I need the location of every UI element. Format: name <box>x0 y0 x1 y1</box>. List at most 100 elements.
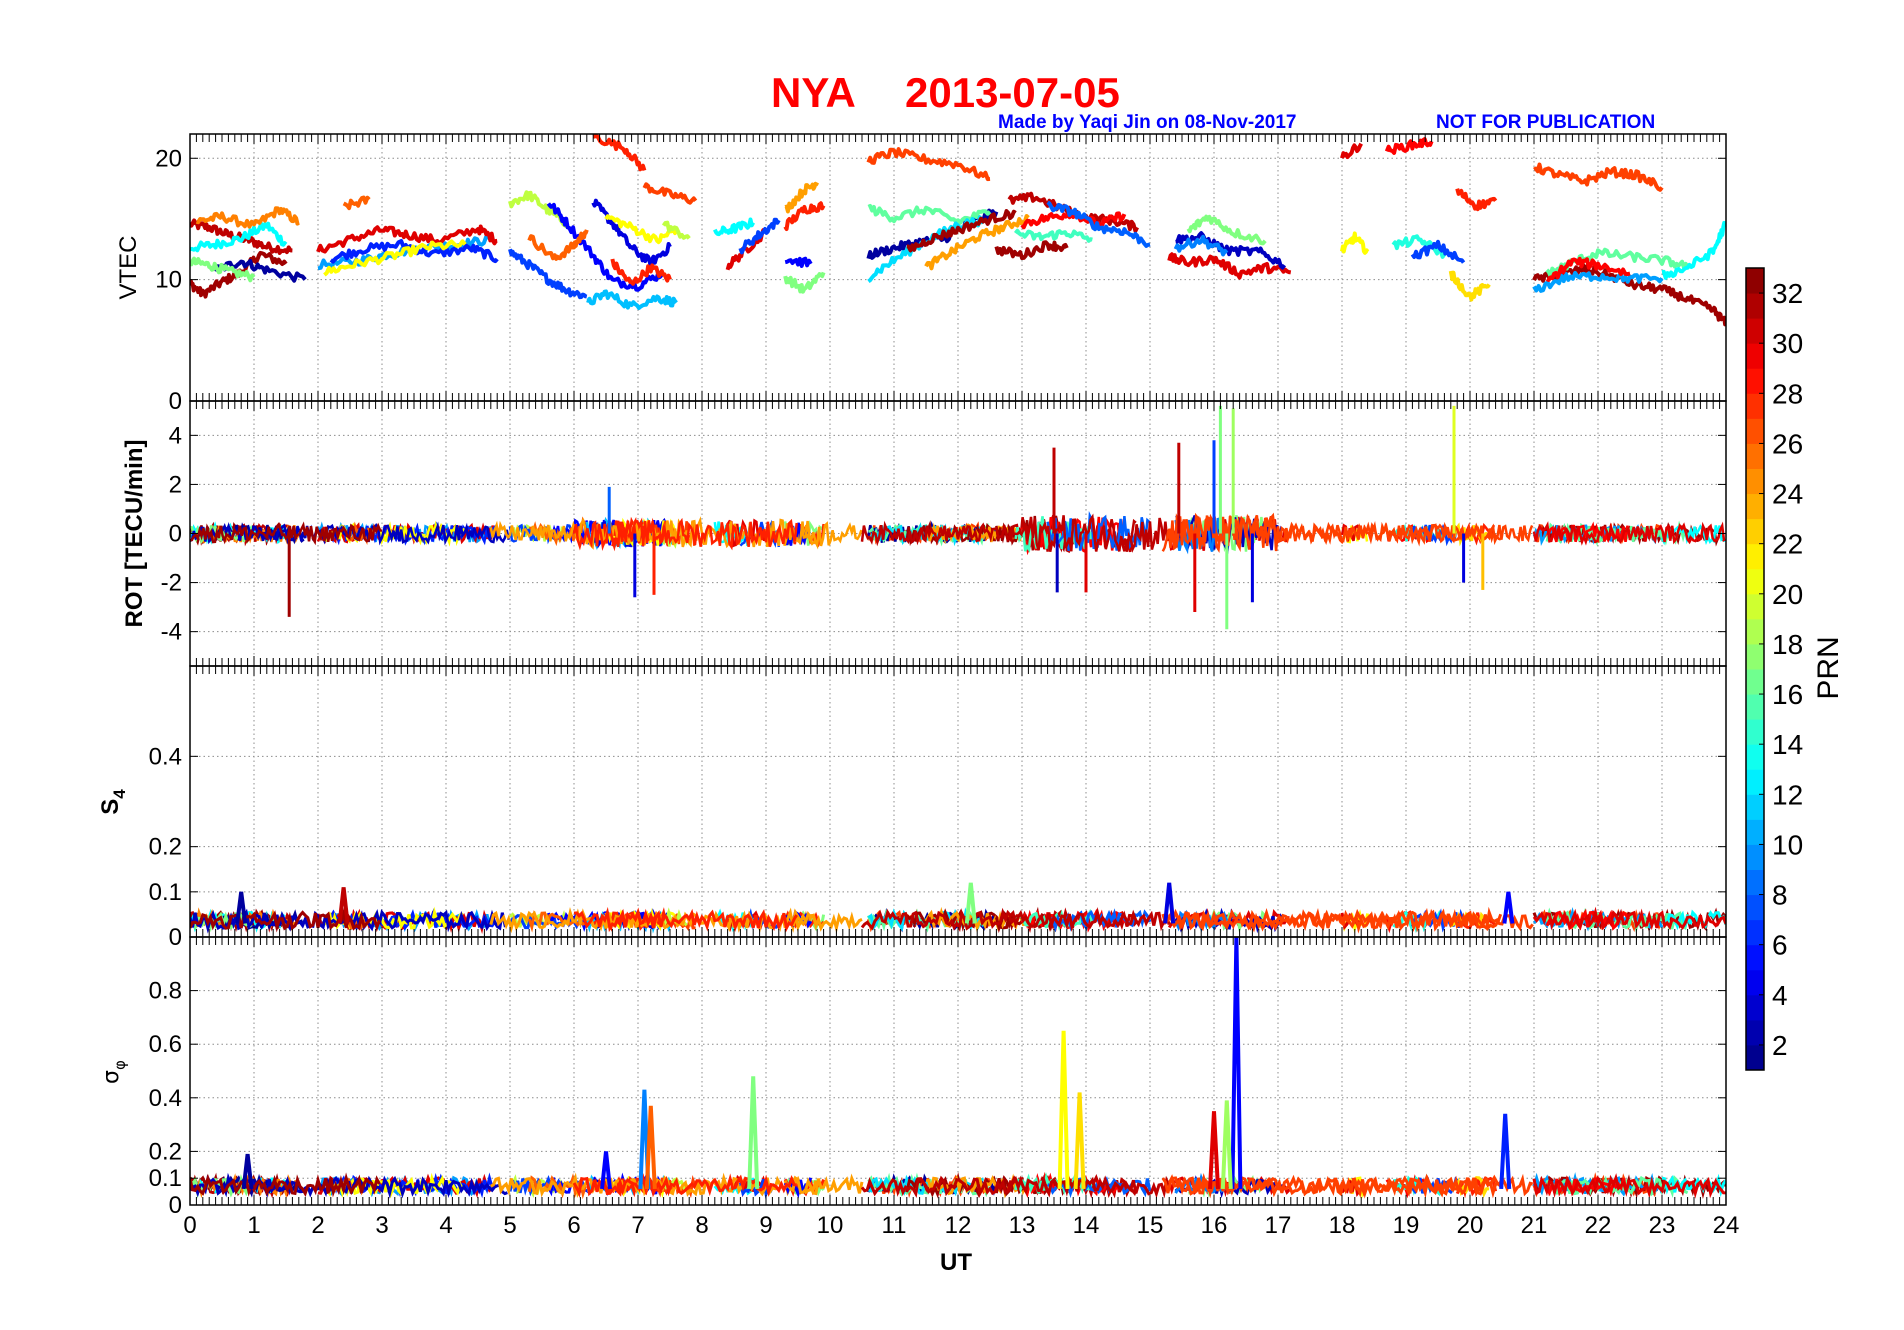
peak <box>644 1105 657 1190</box>
notice-text: NOT FOR PUBLICATION <box>1436 112 1655 133</box>
colorbar-swatch <box>1746 318 1764 344</box>
vtec-trace-prn-27 <box>1533 162 1664 192</box>
colorbar-tick-label: 4 <box>1772 980 1788 1011</box>
peak <box>1230 937 1243 1189</box>
x-tick-label: 16 <box>1201 1212 1228 1239</box>
vtec-trace-prn-22 <box>1448 270 1491 302</box>
colorbar-swatch <box>1746 919 1764 946</box>
x-tick-label: 2 <box>311 1212 324 1239</box>
colorbar-tick-label: 26 <box>1772 428 1803 459</box>
peak <box>1057 1030 1070 1189</box>
colorbar-tick-label: 10 <box>1772 829 1803 860</box>
x-tick-label: 9 <box>759 1212 772 1239</box>
x-tick-label: 8 <box>695 1212 708 1239</box>
x-tick-label: 23 <box>1649 1212 1676 1239</box>
vtec-trace-prn-30 <box>1340 142 1363 160</box>
x-tick-label: 21 <box>1521 1212 1548 1239</box>
vtec-trace-prn-4 <box>591 198 672 269</box>
vtec-trace-prn-28 <box>1455 188 1498 212</box>
x-tick-label: 24 <box>1713 1212 1740 1239</box>
colorbar-swatch <box>1746 418 1764 444</box>
colorbar-tick-label: 24 <box>1772 479 1803 510</box>
y-tick-label: 0 <box>169 1192 182 1219</box>
colorbar-tick-label: 6 <box>1772 930 1788 961</box>
y-tick-label: 20 <box>155 145 182 172</box>
x-tick-label: 22 <box>1585 1212 1612 1239</box>
sigma-phi-series <box>190 937 1726 1200</box>
vtec-trace-prn-11 <box>586 289 678 310</box>
colorbar-tick-label: 22 <box>1772 529 1803 560</box>
figure: 01020-4-202400.10.20.400.10.20.40.60.80 1… <box>97 69 1845 1276</box>
colorbar-swatch <box>1746 618 1764 645</box>
colorbar-swatch <box>1746 944 1764 971</box>
colorbar-tick-label: 28 <box>1772 378 1803 409</box>
peak <box>1208 1111 1220 1190</box>
vtec-trace-prn-5 <box>784 256 813 268</box>
vtec-trace-prn-28 <box>610 258 672 286</box>
colorbar-tick-label: 16 <box>1772 679 1803 710</box>
y-tick-label: 0.6 <box>149 1031 182 1058</box>
colorbar-tick-label: 2 <box>1772 1030 1788 1061</box>
labels-layer: 01020-4-202400.10.20.400.10.20.40.60.80 1… <box>97 145 1739 1239</box>
colorbar-swatch <box>1746 268 1764 294</box>
title-date: 2013-07-05 <box>905 69 1120 116</box>
x-tick-label: 20 <box>1457 1212 1484 1239</box>
colorbar-tick-label: 8 <box>1772 880 1788 911</box>
colorbar-swatch <box>1746 994 1764 1021</box>
colorbar-label: PRN <box>1812 636 1845 699</box>
colorbar-swatch <box>1746 1019 1764 1046</box>
peak <box>1220 1100 1233 1190</box>
colorbar-swatch <box>1746 869 1764 896</box>
y-tick-label: 2 <box>169 471 182 498</box>
colorbar-swatch <box>1746 518 1764 545</box>
colorbar-swatch <box>1746 443 1764 469</box>
x-tick-label: 4 <box>439 1212 452 1239</box>
colorbar-swatch <box>1746 643 1764 670</box>
x-tick-label: 13 <box>1009 1212 1036 1239</box>
colorbar-swatch <box>1746 719 1764 745</box>
vtec-trace-prn-27 <box>866 147 991 182</box>
vtec-trace-prn-32 <box>994 240 1069 260</box>
x-tick-label: 15 <box>1137 1212 1164 1239</box>
x-tick-label: 0 <box>183 1212 196 1239</box>
x-tick-label: 3 <box>375 1212 388 1239</box>
colorbar-swatch <box>1746 894 1764 921</box>
colorbar-swatch <box>1746 593 1764 620</box>
x-tick-label: 6 <box>567 1212 580 1239</box>
colorbar-tick-label: 12 <box>1772 779 1803 810</box>
x-tick-label: 14 <box>1073 1212 1100 1239</box>
y-tick-label: 0.4 <box>149 1085 182 1112</box>
x-tick-label: 10 <box>817 1212 844 1239</box>
peak <box>1499 1113 1512 1190</box>
title-station: NYA <box>771 69 856 116</box>
panel-frame <box>189 133 1727 402</box>
colorbar-swatch <box>1746 568 1764 595</box>
colorbar-swatch <box>1746 493 1764 520</box>
vtec-trace-prn-30 <box>1167 252 1292 280</box>
y-axis-label: VTEC <box>115 235 142 299</box>
y-tick-label: 0 <box>169 388 182 415</box>
y-tick-label: 0.2 <box>149 834 182 861</box>
x-tick-label: 17 <box>1265 1212 1292 1239</box>
y-tick-label: 0.8 <box>149 978 182 1005</box>
vtec-trace-prn-21 <box>1340 231 1370 255</box>
x-tick-label: 5 <box>503 1212 516 1239</box>
panel-frame <box>189 936 1727 1206</box>
vtec-trace-prn-15 <box>1013 228 1093 243</box>
colorbar-swatch <box>1746 368 1764 394</box>
x-tick-label: 11 <box>882 1212 907 1239</box>
x-tick-label: 7 <box>631 1212 644 1239</box>
colorbar-tick-label: 20 <box>1772 579 1803 610</box>
x-tick-label: 18 <box>1329 1212 1356 1239</box>
colorbar-swatch <box>1746 343 1764 369</box>
y-tick-label: 0.1 <box>149 879 182 906</box>
y-tick-label: 0.1 <box>149 1165 182 1192</box>
y-tick-label: 0 <box>169 924 182 951</box>
colorbar-swatch <box>1746 669 1764 695</box>
vtec-trace-prn-7 <box>508 248 588 300</box>
peak <box>1502 891 1515 924</box>
colorbar: 2468101214161820222426283032 <box>1745 267 1803 1071</box>
colorbar-swatch <box>1746 543 1764 570</box>
x-tick-label: 12 <box>945 1212 972 1239</box>
y-tick-label: -2 <box>161 570 182 597</box>
